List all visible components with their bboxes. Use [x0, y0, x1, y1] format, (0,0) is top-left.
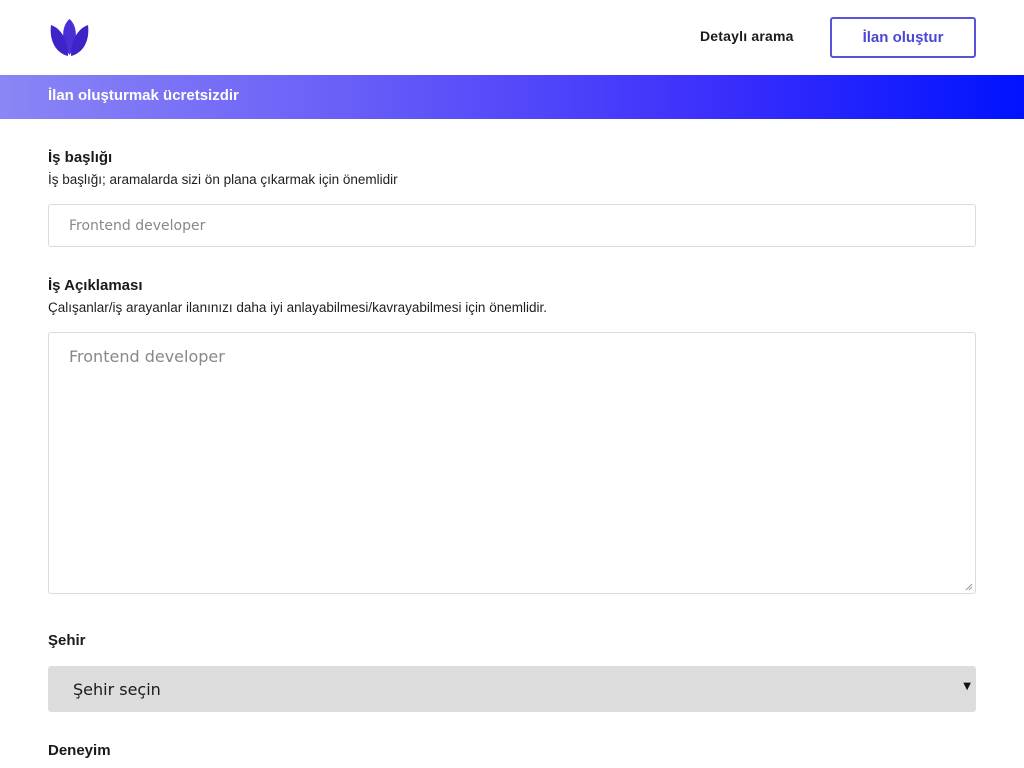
- job-description-hint: Çalışanlar/iş arayanlar ilanınızı daha i…: [48, 300, 547, 315]
- city-select[interactable]: Şehir seçin ▼: [48, 666, 976, 712]
- job-description-textarea[interactable]: Frontend developer: [48, 332, 976, 594]
- job-title-label: İş başlığı: [48, 149, 113, 166]
- free-listing-banner: İlan oluşturmak ücretsizdir: [0, 75, 1024, 119]
- job-description-placeholder: Frontend developer: [69, 347, 225, 366]
- detailed-search-link[interactable]: Detaylı arama: [700, 28, 794, 44]
- job-title-input[interactable]: Frontend developer: [48, 204, 976, 247]
- lotus-logo-icon[interactable]: [48, 17, 91, 58]
- experience-label: Deneyim: [48, 742, 111, 759]
- job-description-label: İş Açıklaması: [48, 277, 143, 294]
- city-label: Şehir: [48, 632, 86, 649]
- banner-text: İlan oluşturmak ücretsizdir: [48, 87, 239, 104]
- job-title-hint: İş başlığı; aramalarda sizi ön plana çık…: [48, 172, 398, 187]
- dropdown-arrow-icon: ▼: [963, 681, 971, 692]
- job-title-placeholder: Frontend developer: [69, 217, 206, 234]
- resize-grip-icon[interactable]: [965, 583, 973, 591]
- city-select-value: Şehir seçin: [73, 679, 161, 699]
- top-header: Detaylı arama İlan oluştur: [0, 0, 1024, 75]
- create-listing-button[interactable]: İlan oluştur: [830, 17, 976, 58]
